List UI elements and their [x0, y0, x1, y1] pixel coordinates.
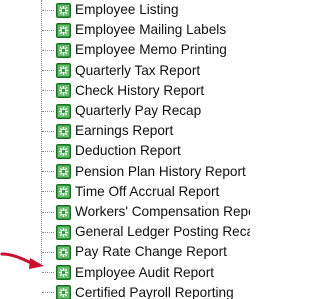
tree-item[interactable]: Check History Report — [32, 81, 204, 101]
tree-item[interactable]: General Ledger Posting Reca — [32, 222, 250, 242]
tree-item-label: Pension Plan History Report — [75, 163, 246, 179]
tree-branch-line — [42, 9, 54, 11]
tree-item[interactable]: Pay Rate Change Report — [32, 242, 227, 262]
tree-branch-line — [42, 110, 54, 112]
tree-branch-line — [42, 90, 54, 92]
report-node-icon — [56, 164, 71, 180]
tree-branch-line — [42, 191, 54, 193]
tree-item[interactable]: Quarterly Tax Report — [32, 61, 200, 81]
tree-branch-line — [42, 171, 54, 173]
report-node-icon — [56, 83, 71, 99]
tree-item-label: General Ledger Posting Reca — [75, 224, 250, 240]
report-node-icon — [56, 204, 71, 220]
tree-item-label: Employee Memo Printing — [75, 42, 227, 58]
tree-branch-line — [42, 231, 54, 233]
tree-item-label: Certified Payroll Reporting — [75, 284, 234, 299]
report-node-icon — [56, 285, 71, 299]
tree-branch-line — [42, 49, 54, 51]
report-node-icon — [56, 22, 71, 38]
tree-item[interactable]: Employee Mailing Labels — [32, 20, 226, 40]
report-node-icon — [56, 42, 71, 58]
tree-item-label: Employee Mailing Labels — [75, 22, 227, 38]
report-node-icon — [56, 103, 71, 119]
report-node-icon — [56, 2, 71, 18]
report-node-icon — [56, 143, 71, 159]
report-node-icon — [56, 123, 71, 139]
tree-branch-line — [42, 130, 54, 132]
tree-branch-line — [42, 150, 54, 152]
report-node-icon — [56, 63, 71, 79]
tree-item[interactable]: Employee Audit Report — [32, 263, 214, 283]
tree-item[interactable]: Workers' Compensation Repo — [32, 202, 250, 222]
tree-item-label: Deduction Report — [75, 143, 181, 159]
report-node-icon — [56, 184, 71, 200]
tree-item-label: Check History Report — [75, 82, 205, 98]
report-node-icon — [56, 265, 71, 281]
tree-item-label: Quarterly Pay Recap — [75, 103, 202, 118]
tree-item-label: Earnings Report — [75, 123, 174, 139]
red-arrow-icon — [0, 252, 44, 269]
tree-branch-line — [42, 211, 54, 213]
tree-item-label: Employee Listing — [75, 2, 179, 17]
tree-item-label: Quarterly Tax Report — [75, 62, 201, 78]
tree-item[interactable]: Certified Payroll Reporting — [32, 283, 234, 299]
tree-item[interactable]: Pension Plan History Report — [32, 162, 246, 182]
tree-item[interactable]: Employee Listing — [32, 0, 179, 20]
tree-item-label: Time Off Accrual Report — [75, 183, 220, 199]
tree-item[interactable]: Deduction Report — [32, 141, 181, 161]
tree-item-label: Pay Rate Change Report — [75, 244, 227, 260]
tree-item[interactable]: Time Off Accrual Report — [32, 182, 219, 202]
tree-item-label: Employee Audit Report — [75, 264, 215, 280]
report-node-icon — [56, 224, 71, 240]
tree-branch-line — [42, 29, 54, 31]
tree-item[interactable]: Employee Memo Printing — [32, 40, 227, 60]
tree-item[interactable]: Earnings Report — [32, 121, 173, 141]
tree-item[interactable]: Quarterly Pay Recap — [32, 101, 201, 121]
report-node-icon — [56, 244, 71, 260]
tree-branch-line — [42, 292, 54, 294]
tree-item-label: Workers' Compensation Repo — [75, 204, 250, 219]
tree-branch-line — [42, 70, 54, 72]
